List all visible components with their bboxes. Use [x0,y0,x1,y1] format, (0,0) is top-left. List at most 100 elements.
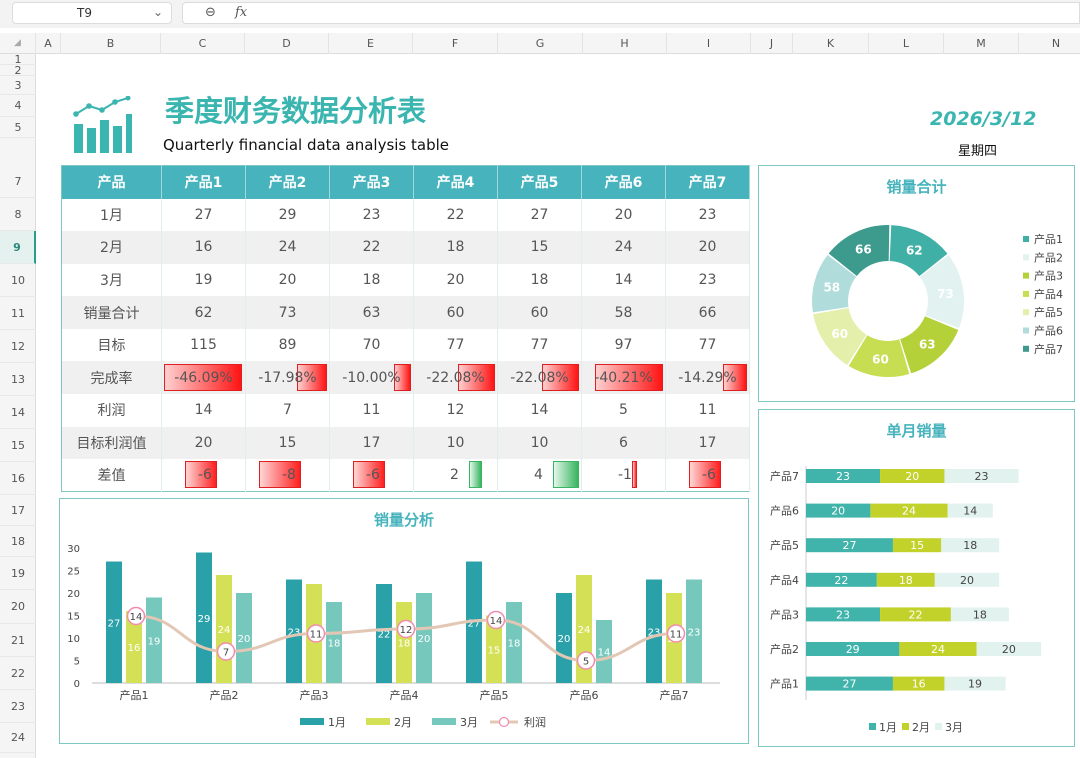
table-header-cell[interactable]: 产品2 [245,165,330,199]
table-cell[interactable]: 7 [245,394,330,427]
table-cell[interactable]: 73 [245,296,330,329]
table-cell[interactable]: 70 [329,328,414,362]
row-header-3[interactable]: 3 [0,76,36,95]
table-cell[interactable]: 66 [665,296,750,329]
table-cell[interactable]: 14 [161,394,246,427]
table-cell[interactable]: -22.08% [413,361,498,395]
table-cell[interactable]: 20 [161,426,246,460]
column-header-G[interactable]: G [498,33,583,54]
table-cell[interactable]: 27 [497,198,582,232]
row-header-16[interactable]: 16 [0,462,36,495]
table-cell[interactable]: -17.98% [245,361,330,395]
column-header-F[interactable]: F [413,33,498,54]
row-label[interactable]: 销量合计 [61,296,162,329]
table-cell[interactable]: 77 [497,328,582,362]
row-header-5[interactable]: 5 [0,117,36,138]
row-header-2[interactable]: 2 [0,65,36,76]
table-cell[interactable]: 14 [581,263,666,297]
table-cell[interactable]: 22 [329,231,414,264]
table-cell[interactable]: -46.09% [161,361,246,395]
table-cell[interactable]: 23 [665,198,750,232]
table-header-cell[interactable]: 产品6 [581,165,666,199]
table-cell[interactable]: -22.08% [497,361,582,395]
table-cell[interactable]: 18 [497,263,582,297]
table-cell[interactable]: -10.00% [329,361,414,395]
table-cell[interactable]: -40.21% [581,361,666,395]
table-cell[interactable]: 29 [245,198,330,232]
table-cell[interactable]: 12 [413,394,498,427]
fx-icon[interactable]: fx [235,5,247,20]
row-header-13[interactable]: 13 [0,363,36,396]
row-header-8[interactable]: 8 [0,198,36,231]
row-header-7[interactable]: 7 [0,165,36,198]
table-cell[interactable]: 24 [581,231,666,264]
name-box[interactable]: T9 ⌄ [12,2,172,24]
row-header-9[interactable]: 9 [0,231,36,264]
table-cell[interactable]: 19 [161,263,246,297]
table-cell[interactable]: 17 [329,426,414,460]
table-cell[interactable]: 14 [497,394,582,427]
table-header-cell[interactable]: 产品1 [161,165,246,199]
table-cell[interactable]: 2 [413,459,498,492]
table-cell[interactable]: 10 [413,426,498,460]
table-cell[interactable]: 20 [245,263,330,297]
table-header-cell[interactable]: 产品7 [665,165,750,199]
table-cell[interactable]: -6 [161,459,246,492]
table-header-cell[interactable]: 产品4 [413,165,498,199]
table-cell[interactable]: 6 [581,426,666,460]
table-cell[interactable]: 5 [581,394,666,427]
table-cell[interactable]: 20 [413,263,498,297]
table-cell[interactable]: 58 [581,296,666,329]
table-cell[interactable]: 10 [497,426,582,460]
table-cell[interactable]: 62 [161,296,246,329]
table-cell[interactable]: 60 [413,296,498,329]
table-cell[interactable]: -6 [665,459,750,492]
row-label[interactable]: 2月 [61,231,162,264]
table-cell[interactable]: 63 [329,296,414,329]
table-cell[interactable]: 89 [245,328,330,362]
column-header-M[interactable]: M [944,33,1019,54]
row-header-18[interactable]: 18 [0,526,36,557]
table-cell[interactable]: 23 [665,263,750,297]
column-header-K[interactable]: K [793,33,869,54]
table-cell[interactable]: 18 [329,263,414,297]
table-cell[interactable]: 23 [329,198,414,232]
table-cell[interactable]: 24 [245,231,330,264]
row-label[interactable]: 1月 [61,198,162,232]
row-header-11[interactable]: 11 [0,297,36,330]
row-header-24[interactable]: 24 [0,723,36,753]
row-header-21[interactable]: 21 [0,624,36,657]
row-header-10[interactable]: 10 [0,264,36,297]
row-label[interactable]: 利润 [61,394,162,427]
column-header-J[interactable]: J [751,33,793,54]
column-header-N[interactable]: N [1019,33,1080,54]
table-cell[interactable]: -8 [245,459,330,492]
column-header-C[interactable]: C [161,33,245,54]
table-cell[interactable]: 4 [497,459,582,492]
column-header-H[interactable]: H [583,33,667,54]
table-cell[interactable]: 17 [665,426,750,460]
chevron-down-icon[interactable]: ⌄ [153,5,163,19]
table-cell[interactable]: -6 [329,459,414,492]
table-cell[interactable]: 18 [413,231,498,264]
row-header-20[interactable]: 20 [0,590,36,624]
column-header-D[interactable]: D [245,33,329,54]
row-header-15[interactable]: 15 [0,429,36,462]
row-label[interactable]: 完成率 [61,361,162,395]
row-header-12[interactable]: 12 [0,330,36,363]
table-header-cell[interactable]: 产品5 [497,165,582,199]
row-header-22[interactable]: 22 [0,657,36,690]
table-cell[interactable]: 15 [497,231,582,264]
table-cell[interactable]: 115 [161,328,246,362]
column-header-A[interactable]: A [36,33,61,54]
table-cell[interactable]: 11 [329,394,414,427]
row-header-14[interactable]: 14 [0,396,36,429]
row-header-23[interactable]: 23 [0,690,36,723]
row-header-4[interactable]: 4 [0,95,36,117]
zoom-icon[interactable]: ⊖ [205,5,216,20]
column-header-B[interactable]: B [61,33,161,54]
table-cell[interactable]: 16 [161,231,246,264]
select-all-corner[interactable]: ◢ [0,33,36,54]
table-cell[interactable]: 15 [245,426,330,460]
table-cell[interactable]: -1 [581,459,666,492]
